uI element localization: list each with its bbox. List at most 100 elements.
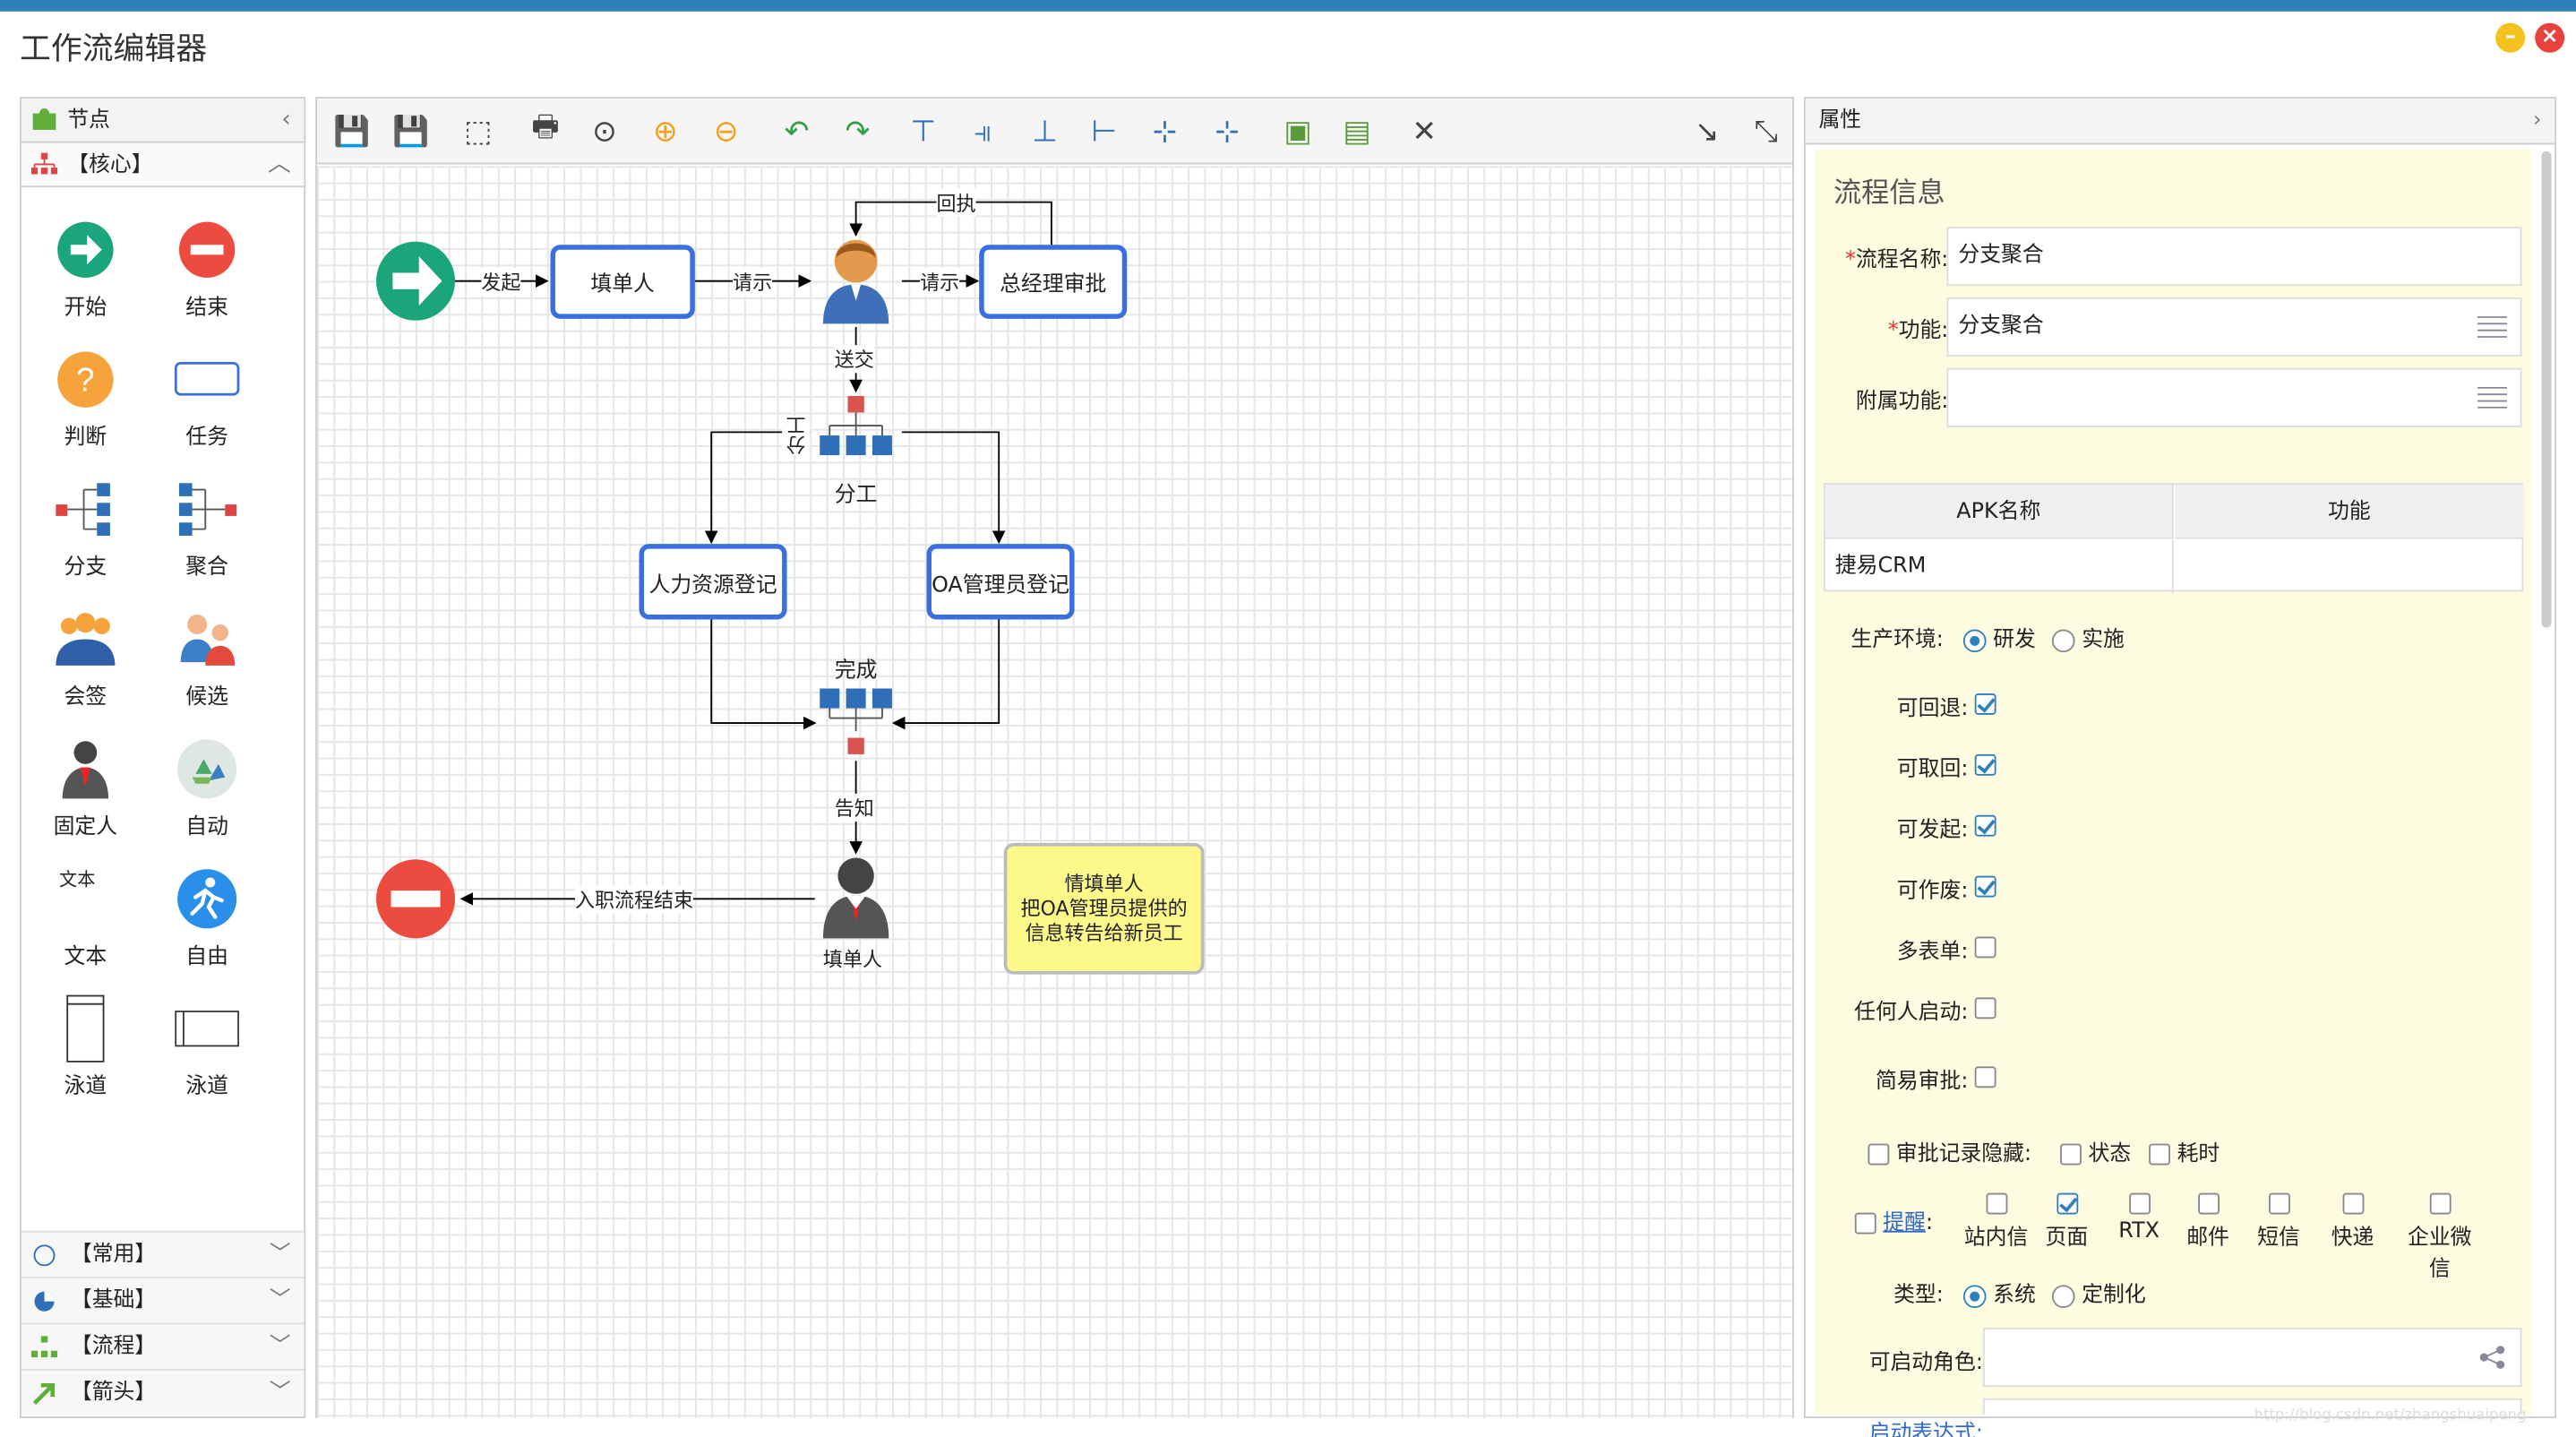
collapse-icon[interactable]: ✕ [1403, 110, 1446, 153]
radio-system[interactable] [1962, 1284, 1987, 1308]
palette-item-swimlane-v[interactable]: 泳道 [25, 994, 147, 1099]
connector-straight-icon[interactable]: ↘ [1686, 110, 1729, 153]
check-box[interactable] [1974, 875, 1996, 898]
end-node-icon[interactable] [376, 859, 456, 939]
remind-option-checkbox[interactable] [1985, 1192, 2007, 1215]
radio-custom[interactable] [2051, 1284, 2075, 1308]
node-hr-register[interactable]: 人力资源登记 [639, 544, 787, 620]
palette-item-decision[interactable]: ? 判断 [25, 347, 147, 451]
check-box[interactable] [1974, 814, 1996, 837]
connector-dashed-icon[interactable]: ⤡ [1745, 110, 1788, 153]
palette-item-swimlane-h[interactable]: 泳道 [146, 996, 268, 1099]
properties-scrollbar[interactable] [2541, 151, 2552, 628]
expr-label[interactable]: 启动表达式: [1869, 1415, 1983, 1437]
hide-toggle[interactable]: 审批记录隐藏: [1868, 1135, 2031, 1166]
remind-link[interactable]: 提醒 [1883, 1211, 1926, 1236]
diagram-canvas[interactable]: 填单人 总经理审批 人力资源登记 OA管理员登记 分工 完成 填单人 发起 请示… [317, 166, 1793, 1418]
redo-icon[interactable]: ↷ [837, 110, 880, 153]
role-input[interactable] [1982, 1328, 2522, 1388]
align-left-icon[interactable]: ⊢ [1083, 110, 1126, 153]
remind-toggle[interactable]: 提醒: [1854, 1204, 1933, 1236]
list-icon[interactable] [2477, 315, 2507, 339]
remind-option[interactable]: 短信 [2237, 1192, 2320, 1251]
collapse-left-icon[interactable]: ‹ [281, 99, 290, 143]
node-fill-person[interactable]: 填单人 [550, 245, 695, 319]
palette-item-start[interactable]: 开始 [25, 217, 147, 321]
close-button[interactable]: × [2535, 22, 2565, 53]
zoom-actual-icon[interactable]: ⊙ [583, 110, 626, 153]
section-basic[interactable]: 【基础】 ﹀ [21, 1277, 305, 1323]
remind-option[interactable]: 企业微信 [2399, 1192, 2481, 1282]
section-arrow[interactable]: 【箭头】 ﹀ [21, 1368, 305, 1415]
check-box[interactable] [1974, 753, 1996, 776]
check-box[interactable] [1974, 997, 1996, 1020]
check-box[interactable] [1974, 1066, 1996, 1089]
time-checkbox[interactable] [2149, 1143, 2170, 1166]
zoom-out-icon[interactable]: ⊖ [705, 110, 748, 153]
palette-item-free[interactable]: 自由 [146, 866, 268, 969]
palette-item-merge[interactable]: 聚合 [146, 477, 268, 580]
palette-item-candidate[interactable]: 候选 [146, 607, 268, 710]
radio-impl[interactable] [2051, 628, 2075, 652]
person-fill-icon[interactable] [822, 857, 889, 939]
list-icon[interactable] [2477, 386, 2507, 409]
align-center-v-icon[interactable]: ⊹ [1206, 110, 1249, 153]
section-common[interactable]: 【常用】 ﹀ [21, 1230, 305, 1278]
type-option-system[interactable]: 系统 [1962, 1277, 2036, 1308]
hide-checkbox[interactable] [1868, 1143, 1890, 1166]
palette-item-text[interactable]: 文本 文本 [25, 866, 147, 969]
print-icon[interactable]: 🖶 [524, 110, 567, 153]
remind-option-checkbox[interactable] [2056, 1192, 2078, 1215]
align-top-icon[interactable]: ⊤ [902, 110, 945, 153]
function-input[interactable]: 分支聚合 [1946, 297, 2522, 357]
cell-function[interactable] [2175, 540, 2523, 593]
save-as-icon[interactable]: 💾 [390, 110, 433, 153]
remind-option-checkbox[interactable] [2341, 1192, 2364, 1215]
align-right-icon[interactable]: ⫣ [961, 110, 1004, 153]
export-icon[interactable]: ⬚ [457, 110, 500, 153]
remind-option-checkbox[interactable] [2197, 1192, 2220, 1215]
node-oa-register[interactable]: OA管理员登记 [926, 544, 1075, 620]
undo-icon[interactable]: ↶ [776, 110, 819, 153]
env-option-impl[interactable]: 实施 [2051, 621, 2125, 652]
palette-item-fixed-person[interactable]: 固定人 [25, 736, 147, 839]
align-bottom-icon[interactable]: ⊥ [1024, 110, 1067, 153]
hide-time[interactable]: 耗时 [2149, 1135, 2220, 1166]
radio-dev[interactable] [1962, 628, 1987, 652]
save-icon[interactable]: 💾 [331, 110, 374, 153]
remind-option[interactable]: 页面 [2026, 1192, 2108, 1251]
type-option-custom[interactable]: 定制化 [2051, 1277, 2146, 1308]
remind-option-checkbox[interactable] [2128, 1192, 2151, 1215]
status-checkbox[interactable] [2060, 1143, 2082, 1166]
palette-label: 会签 [64, 684, 107, 710]
minimize-button[interactable]: – [2495, 22, 2526, 53]
palette-item-auto[interactable]: 自动 [146, 736, 268, 839]
flow-name-input[interactable]: 分支聚合 [1946, 227, 2522, 287]
remind-option-checkbox[interactable] [2428, 1192, 2451, 1215]
remind-option[interactable]: 快递 [2312, 1192, 2394, 1251]
align-center-h-icon[interactable]: ⊹ [1144, 110, 1187, 153]
bring-front-icon[interactable]: ▣ [1276, 110, 1319, 153]
attached-input[interactable] [1946, 367, 2522, 427]
share-icon[interactable] [2477, 1346, 2507, 1369]
collapse-right-icon[interactable]: › [2533, 99, 2542, 144]
hide-status[interactable]: 状态 [2060, 1135, 2131, 1166]
node-gm-approve[interactable]: 总经理审批 [979, 245, 1128, 319]
core-section-header[interactable]: 【核心】 ︿ [21, 142, 305, 188]
check-box[interactable] [1974, 936, 1996, 959]
person-manager-icon[interactable] [822, 239, 889, 324]
palette-item-branch[interactable]: 分支 [25, 477, 147, 580]
env-option-dev[interactable]: 研发 [1962, 621, 2036, 652]
remind-checkbox[interactable] [1854, 1212, 1876, 1235]
palette-item-countersign[interactable]: 会签 [25, 607, 147, 710]
check-box[interactable] [1974, 693, 1996, 715]
zoom-in-icon[interactable]: ⊕ [644, 110, 687, 153]
section-flow[interactable]: 【流程】 ﹀ [21, 1322, 305, 1369]
start-node-icon[interactable] [376, 241, 456, 321]
remind-option-checkbox[interactable] [2268, 1192, 2289, 1215]
send-back-icon[interactable]: ▤ [1335, 110, 1378, 153]
sticky-note[interactable]: 情填单人 把OA管理员提供的 信息转告给新员工 [1003, 842, 1205, 975]
palette-item-end[interactable]: 结束 [146, 217, 268, 321]
cell-apk-name[interactable]: 捷易CRM [1825, 540, 2174, 594]
palette-item-task[interactable]: 任务 [146, 347, 268, 451]
